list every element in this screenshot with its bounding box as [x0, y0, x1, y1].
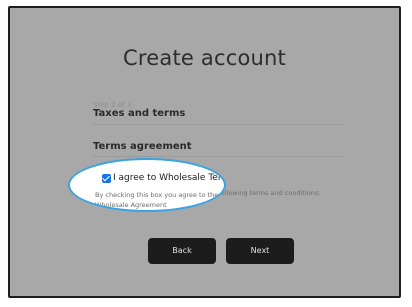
- back-button[interactable]: Back: [148, 238, 216, 264]
- divider: [93, 124, 345, 125]
- agree-checkbox[interactable]: [102, 173, 111, 183]
- checkmark-icon: [102, 173, 110, 182]
- next-button[interactable]: Next: [226, 238, 294, 264]
- dimmed-dialog-overlay: Create account Step 2 of 3 Taxes and ter…: [8, 6, 401, 298]
- page-title: Create account: [123, 46, 286, 70]
- agree-label[interactable]: I agree to Wholesale Terms*: [113, 173, 224, 183]
- wholesale-agreement-link-highlighted[interactable]: Wholesale Agreement: [95, 201, 167, 209]
- focus-highlight-ellipse: I agree to Wholesale Terms* By checking …: [68, 158, 226, 212]
- terms-agreement-title: Terms agreement: [93, 141, 192, 152]
- section-title: Taxes and terms: [93, 108, 186, 119]
- terms-description-highlighted: By checking this box you agree to the fo…: [95, 191, 226, 199]
- divider: [93, 156, 345, 157]
